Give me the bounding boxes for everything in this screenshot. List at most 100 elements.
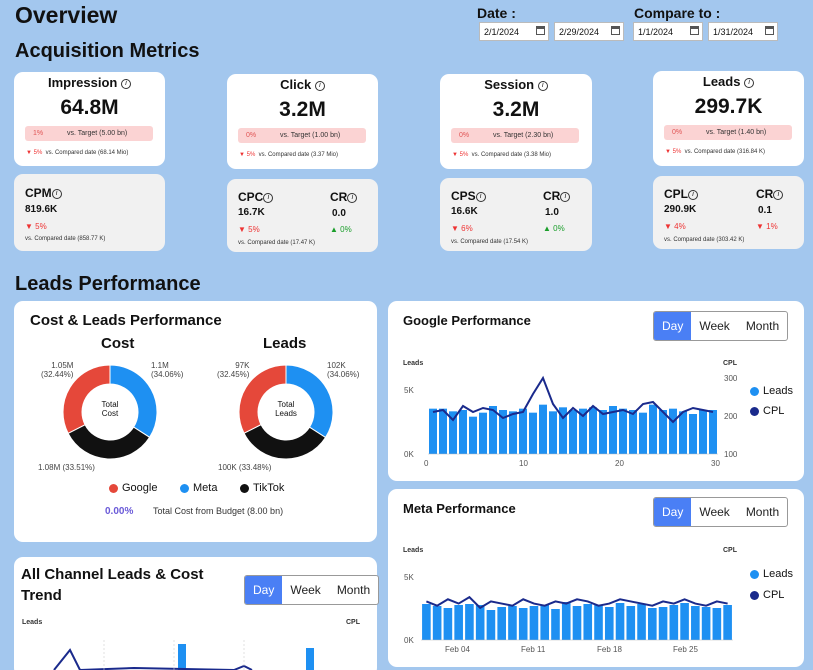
bar[interactable] [479,412,487,454]
date-from-input[interactable]: 2/1/2024 [479,22,549,41]
bar[interactable] [583,604,593,640]
info-icon[interactable]: i [51,188,62,199]
bar[interactable] [599,410,607,454]
bar[interactable] [306,648,314,670]
bar[interactable] [469,416,477,454]
compare-from-input[interactable]: 1/1/2024 [633,22,703,41]
bar[interactable] [669,605,679,640]
bar[interactable] [680,603,689,640]
bar[interactable] [626,606,636,640]
target-pill: 1% vs. Target (5.00 bn) [25,126,153,141]
bar[interactable] [619,408,627,454]
bar[interactable] [569,410,577,454]
toggle-day[interactable]: Day [245,576,283,604]
bar[interactable] [669,408,677,454]
info-icon[interactable]: i [688,189,698,200]
info-icon[interactable]: i [744,77,755,88]
bar[interactable] [459,410,467,454]
calendar-icon[interactable] [690,26,699,35]
bar[interactable] [551,609,560,640]
bar[interactable] [709,410,717,454]
donut-slice-tiktok[interactable] [67,424,151,460]
bar[interactable] [443,608,453,640]
bar[interactable] [518,608,528,640]
bar[interactable] [658,607,668,640]
bar[interactable] [679,411,687,454]
bar[interactable] [529,606,539,640]
bar[interactable] [475,605,485,640]
all-channel-y2-label: CPL [346,619,360,626]
bar[interactable] [649,404,657,454]
bar[interactable] [429,408,437,454]
target-text: vs. Target (5.00 bn) [67,130,128,137]
toggle-month[interactable]: Month [738,312,787,340]
bar[interactable] [691,606,700,640]
bar[interactable] [659,410,667,454]
date-to-input[interactable]: 2/29/2024 [554,22,624,41]
info-icon[interactable]: i [537,80,548,91]
date-from-value: 2/1/2024 [484,27,520,37]
calendar-icon[interactable] [536,26,545,35]
bar[interactable] [439,408,447,454]
meta-perf-title: Meta Performance [403,501,516,516]
calendar-icon[interactable] [611,26,620,35]
bar[interactable] [422,604,431,640]
metric-title: Click i [227,77,378,92]
info-icon[interactable]: i [773,189,784,200]
bar[interactable] [497,607,506,640]
bar[interactable] [604,607,614,640]
bar[interactable] [178,644,186,670]
bar[interactable] [529,412,537,454]
bar[interactable] [594,605,603,640]
info-icon[interactable]: i [475,191,486,202]
toggle-week[interactable]: Week [282,576,328,604]
google-ytick: 0K [404,450,414,459]
bar[interactable] [539,404,547,454]
bar[interactable] [508,606,517,640]
toggle-week[interactable]: Week [691,312,737,340]
info-icon[interactable]: i [347,192,358,203]
bar[interactable] [549,411,557,454]
bar[interactable] [572,606,582,640]
bar[interactable] [615,603,625,640]
budget-pct: 0.00% [105,506,134,517]
bar[interactable] [637,604,646,640]
bar[interactable] [699,410,707,454]
bar[interactable] [629,410,637,454]
sub-metric-card-cpl: CPL i 290.9K ▼ 4% CR i 0.1 ▼ 1% vs. Compar… [653,176,804,249]
info-icon[interactable]: i [560,191,571,202]
bar[interactable] [723,605,732,640]
info-icon[interactable]: i [120,78,131,89]
toggle-month[interactable]: Month [329,576,378,604]
acquisition-title: Acquisition Metrics [15,40,200,62]
bar[interactable] [689,414,697,454]
bar[interactable] [712,608,722,640]
toggle-day[interactable]: Day [654,312,692,340]
bar[interactable] [639,412,647,454]
leads-label-google: 97K (32.45%) [217,361,250,379]
donut-slice-tiktok[interactable] [243,423,327,460]
sub-title-2: CR i [543,189,571,203]
info-icon[interactable]: i [263,192,274,203]
cpm-title: CPM i [25,186,62,200]
bar[interactable] [540,605,550,640]
bar[interactable] [432,606,442,640]
compare-to-input[interactable]: 1/31/2024 [708,22,778,41]
bar[interactable] [465,604,474,640]
target-text: vs. Target (2.30 bn) [493,132,554,139]
bar[interactable] [519,408,527,454]
bar[interactable] [454,605,463,640]
leads-perf-title: Leads Performance [15,273,201,295]
toggle-day[interactable]: Day [654,498,692,526]
bar[interactable] [701,607,711,640]
toggle-week[interactable]: Week [691,498,737,526]
bar[interactable] [589,407,597,454]
info-icon[interactable]: i [314,80,325,91]
bar[interactable] [509,411,517,454]
date-label: Date : [477,5,516,21]
bar[interactable] [486,610,496,640]
bar[interactable] [648,608,657,640]
bar[interactable] [561,602,571,640]
toggle-month[interactable]: Month [738,498,787,526]
calendar-icon[interactable] [765,26,774,35]
